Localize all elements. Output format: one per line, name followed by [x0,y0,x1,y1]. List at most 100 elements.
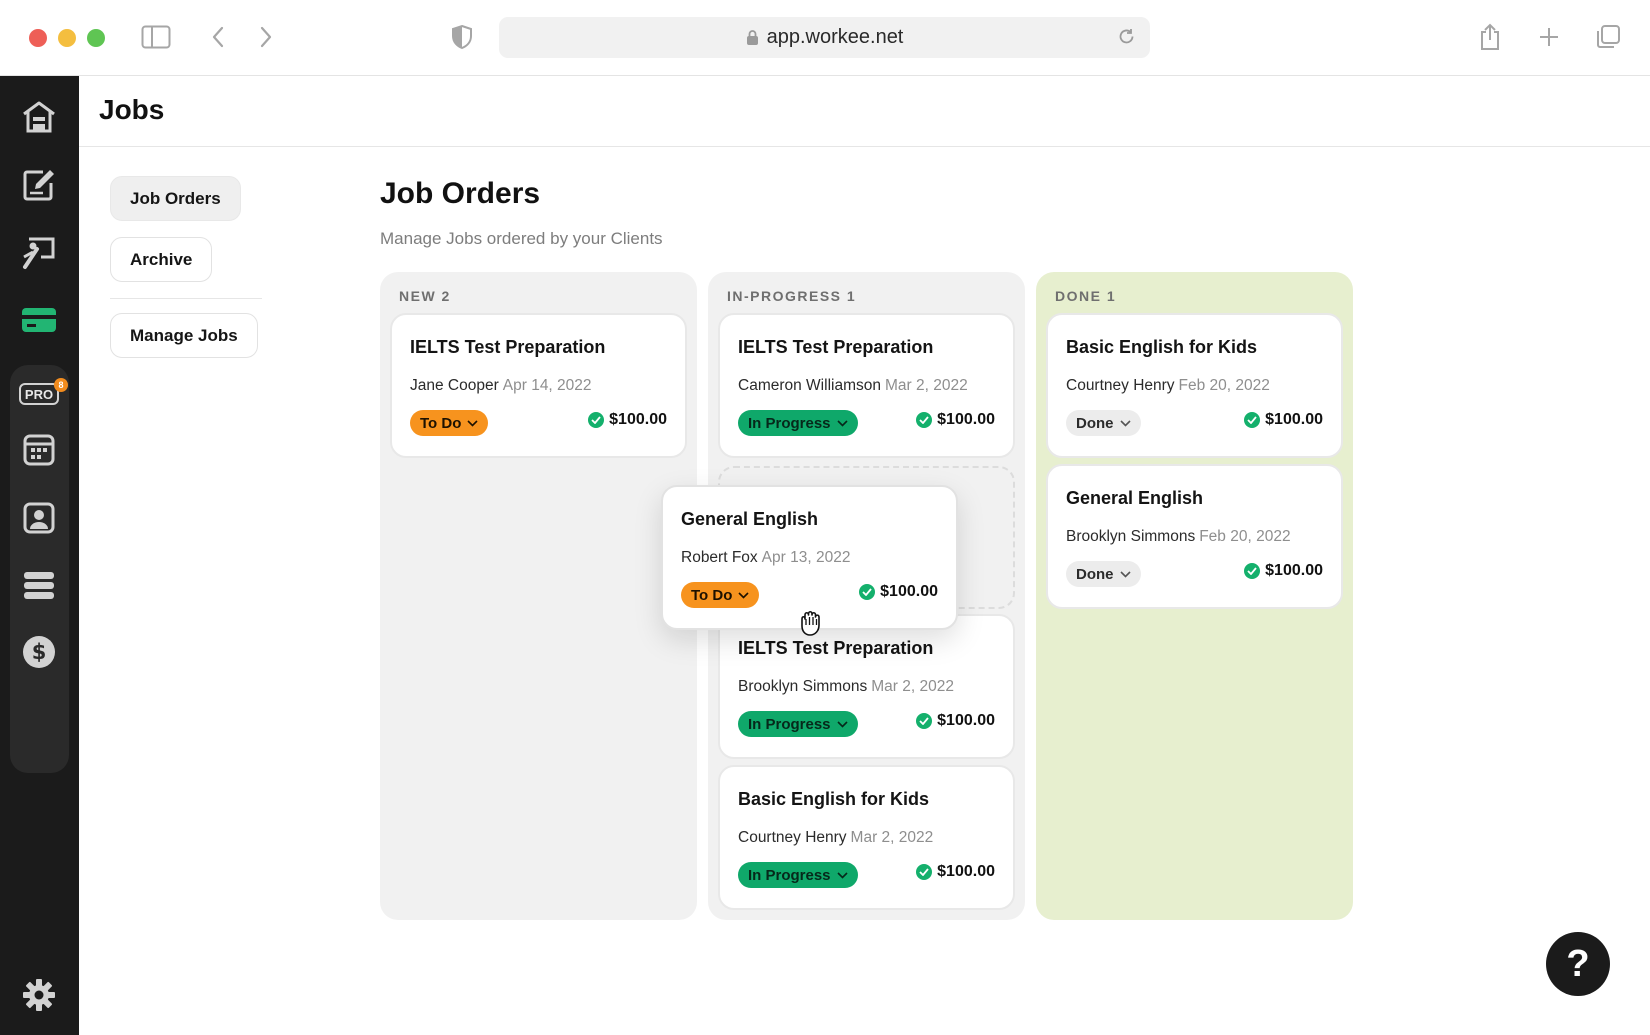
maximize-window-button[interactable] [87,29,105,47]
pro-icon[interactable]: PRO [19,383,59,405]
dollar-icon[interactable]: $ [19,632,59,672]
minimize-window-button[interactable] [58,29,76,47]
client-name: Brooklyn Simmons [738,678,868,695]
job-card[interactable]: General English Brooklyn Simmons Feb 20, … [1046,464,1343,609]
edit-icon[interactable] [19,165,59,205]
job-card[interactable]: IELTS Test Preparation Brooklyn Simmons M… [718,614,1015,759]
status-dropdown[interactable]: In Progress [738,862,858,888]
job-title: General English [681,509,819,529]
job-date: Apr 13, 2022 [761,549,851,566]
job-title: IELTS Test Preparation [738,638,934,658]
client-name: Jane Cooper [410,377,499,394]
check-circle-icon [1244,412,1261,428]
status-label: In Progress [748,715,831,733]
url-text: app.workee.net [766,26,904,48]
price-value: $100.00 [1265,562,1323,579]
job-date: Mar 2, 2022 [871,678,954,695]
credit-card-icon[interactable] [19,300,59,340]
client-name: Brooklyn Simmons [1066,528,1196,545]
forward-icon[interactable] [251,22,281,52]
status-dropdown[interactable]: To Do [681,582,760,608]
job-title: IELTS Test Preparation [410,337,606,357]
status-dropdown[interactable]: In Progress [738,711,858,737]
help-button[interactable]: ? [1546,932,1610,996]
job-meta: Brooklyn Simmons Feb 20, 2022 [1066,528,1291,546]
check-circle-icon [916,412,933,428]
reload-icon[interactable] [1117,27,1136,52]
price: $100.00 [916,411,995,429]
app-sidebar: PRO 8 $ [0,76,79,1035]
client-name: Courtney Henry [738,829,847,846]
job-meta: Cameron Williamson Mar 2, 2022 [738,377,968,395]
price: $100.00 [916,712,995,730]
price-value: $100.00 [1265,411,1323,428]
archive-nav-button[interactable]: Archive [110,237,213,282]
new-tab-icon[interactable] [1534,22,1564,52]
job-card[interactable]: Basic English for Kids Courtney Henry Feb… [1046,313,1343,458]
share-icon[interactable] [1475,22,1505,52]
status-dropdown[interactable]: Done [1066,410,1141,436]
status-dropdown[interactable]: Done [1066,561,1141,587]
back-icon[interactable] [203,22,233,52]
job-date: Feb 20, 2022 [1178,377,1270,394]
price-value: $100.00 [937,863,995,880]
sidebar-toggle-icon[interactable] [141,22,171,52]
check-circle-icon [1244,563,1261,579]
chevron-down-icon [836,720,848,728]
job-card[interactable]: IELTS Test Preparation Jane Cooper Apr 14… [390,313,687,458]
pro-notification-badge: 8 [54,378,68,392]
status-dropdown[interactable]: In Progress [738,410,858,436]
job-date: Feb 20, 2022 [1199,528,1291,545]
address-bar[interactable]: app.workee.net [499,17,1150,58]
price-value: $100.00 [937,411,995,428]
privacy-shield-icon[interactable] [447,22,477,52]
subnav-divider [110,298,262,299]
price-value: $100.00 [880,583,938,600]
job-orders-nav-button[interactable]: Job Orders [110,176,241,221]
job-meta: Robert Fox Apr 13, 2022 [681,549,850,567]
price: $100.00 [588,411,667,429]
price: $100.00 [1244,562,1323,580]
close-window-button[interactable] [29,29,47,47]
manage-jobs-nav-button[interactable]: Manage Jobs [110,313,258,358]
contact-icon[interactable] [19,498,59,538]
job-card[interactable]: IELTS Test Preparation Cameron Williamso… [718,313,1015,458]
client-name: Courtney Henry [1066,377,1175,394]
lock-icon [746,29,759,46]
status-dropdown[interactable]: To Do [410,410,489,436]
home-icon[interactable] [19,97,59,137]
job-meta: Jane Cooper Apr 14, 2022 [410,377,592,395]
page-title: Jobs [99,94,165,125]
tab-overview-icon[interactable] [1593,22,1623,52]
calendar-icon[interactable] [19,430,59,470]
job-title: General English [1066,488,1204,508]
job-card[interactable]: Basic English for Kids Courtney Henry Mar… [718,765,1015,910]
chevron-down-icon [467,419,478,427]
check-circle-icon [916,864,933,880]
job-date: Apr 14, 2022 [502,377,592,394]
status-label: In Progress [748,414,831,432]
chevron-down-icon [1119,419,1131,427]
job-title: Basic English for Kids [738,789,930,809]
job-meta: Brooklyn Simmons Mar 2, 2022 [738,678,954,696]
column-header: NEW 2 [399,288,451,304]
client-name: Cameron Williamson [738,377,881,394]
status-label: To Do [691,586,733,604]
check-circle-icon [916,713,933,729]
settings-icon[interactable] [19,975,59,1015]
section-subtitle: Manage Jobs ordered by your Clients [380,229,663,248]
chevron-down-icon [836,871,848,879]
client-name: Robert Fox [681,549,758,566]
layers-icon[interactable] [19,565,59,605]
job-title: Basic English for Kids [1066,337,1258,357]
status-label: Done [1076,414,1114,432]
presentation-icon[interactable] [19,233,59,273]
chevron-down-icon [1119,570,1131,578]
section-title: Job Orders [380,177,541,210]
svg-text:$: $ [32,640,47,664]
status-label: To Do [420,414,462,432]
price-value: $100.00 [937,712,995,729]
price: $100.00 [859,583,938,601]
chevron-down-icon [738,591,749,599]
job-date: Mar 2, 2022 [884,377,968,394]
